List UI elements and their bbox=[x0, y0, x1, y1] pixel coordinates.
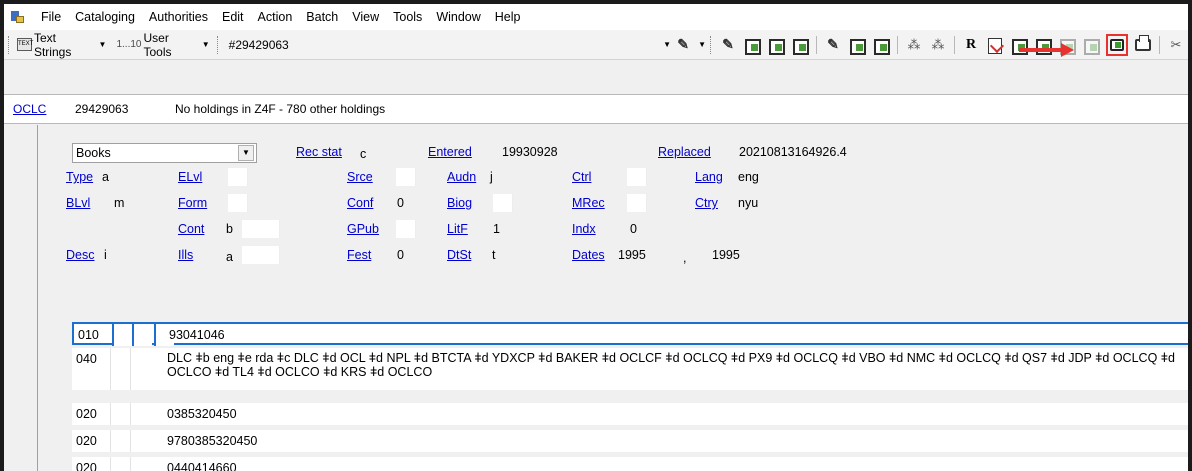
blvl-value[interactable]: m bbox=[114, 196, 124, 210]
conf-label[interactable]: Conf bbox=[347, 196, 373, 210]
desc-label[interactable]: Desc bbox=[66, 248, 94, 262]
field-row[interactable]: 040 DLC ǂb eng ǂe rda ǂc DLC ǂd OCL ǂd N… bbox=[72, 348, 1188, 390]
cont-value-3[interactable] bbox=[260, 220, 280, 238]
fest-value[interactable]: 0 bbox=[397, 248, 404, 262]
field-tag[interactable]: 020 bbox=[76, 461, 112, 471]
ills-value[interactable]: a bbox=[226, 250, 233, 264]
indicator-2[interactable] bbox=[130, 403, 150, 425]
indicator-2[interactable] bbox=[132, 324, 152, 346]
field-row[interactable]: 020 9780385320450 bbox=[72, 430, 1188, 452]
indicator-1[interactable] bbox=[110, 403, 130, 425]
field-content[interactable]: DLC ǂb eng ǂe rda ǂc DLC ǂd OCL ǂd NPL ǂ… bbox=[167, 351, 1182, 379]
field-content[interactable]: 0385320450 bbox=[167, 407, 1182, 421]
field-tag[interactable]: 010 bbox=[78, 328, 114, 342]
lang-value[interactable]: eng bbox=[738, 170, 759, 184]
field-row[interactable]: 020 0385320450 bbox=[72, 403, 1188, 425]
elvl-value[interactable] bbox=[228, 168, 248, 186]
elvl-label[interactable]: ELvl bbox=[178, 170, 202, 184]
rec-stat-label[interactable]: Rec stat bbox=[296, 145, 342, 159]
indx-value[interactable]: 0 bbox=[630, 222, 637, 236]
record-type-select[interactable]: Books ▼ bbox=[72, 143, 257, 163]
type-value[interactable]: a bbox=[102, 170, 109, 184]
ctry-label[interactable]: Ctry bbox=[695, 196, 718, 210]
ctrl-label[interactable]: Ctrl bbox=[572, 170, 591, 184]
chevron-down-icon[interactable]: ▼ bbox=[238, 145, 254, 161]
conf-value[interactable]: 0 bbox=[397, 196, 404, 210]
ctry-value[interactable]: nyu bbox=[738, 196, 758, 210]
biog-label[interactable]: Biog bbox=[447, 196, 472, 210]
indicator-2[interactable] bbox=[130, 430, 150, 452]
mrec-label[interactable]: MRec bbox=[572, 196, 605, 210]
cont-value-2[interactable] bbox=[242, 220, 262, 238]
lang-label[interactable]: Lang bbox=[695, 170, 723, 184]
dates-value-2[interactable]: 1995 bbox=[712, 248, 740, 262]
ctrl-value[interactable] bbox=[627, 168, 647, 186]
gpub-label[interactable]: GPub bbox=[347, 222, 379, 236]
field-tag[interactable]: 020 bbox=[76, 434, 112, 448]
dates-label[interactable]: Dates bbox=[572, 248, 605, 262]
litf-value[interactable]: 1 bbox=[493, 222, 500, 236]
audn-value[interactable]: j bbox=[490, 170, 493, 184]
mrec-value[interactable] bbox=[627, 194, 647, 212]
entered-value[interactable]: 19930928 bbox=[502, 145, 558, 159]
ills-label[interactable]: Ills bbox=[178, 248, 193, 262]
cont-label[interactable]: Cont bbox=[178, 222, 204, 236]
record-type-value: Books bbox=[76, 146, 111, 160]
ills-value-2[interactable] bbox=[242, 246, 262, 264]
type-label[interactable]: Type bbox=[66, 170, 93, 184]
ills-value-3[interactable] bbox=[260, 246, 280, 264]
srce-value[interactable] bbox=[396, 168, 416, 186]
field-content[interactable]: 9780385320450 bbox=[167, 434, 1182, 448]
field-row[interactable]: 010 93041046 bbox=[72, 322, 1188, 346]
indicator-1[interactable] bbox=[110, 348, 130, 390]
replaced-value[interactable]: 20210813164926.4 bbox=[739, 145, 847, 159]
fixed-field: Books ▼ Rec stat c Entered 19930928 Repl… bbox=[4, 4, 1188, 304]
indicator-2[interactable] bbox=[130, 457, 150, 471]
dtst-label[interactable]: DtSt bbox=[447, 248, 471, 262]
app-window: File Cataloging Authorities Edit Action … bbox=[0, 0, 1192, 471]
replaced-label[interactable]: Replaced bbox=[658, 145, 711, 159]
field-content[interactable]: 93041046 bbox=[169, 328, 1182, 342]
indicator-1[interactable] bbox=[112, 324, 132, 346]
field-row[interactable]: 020 0440414660 bbox=[72, 457, 1188, 471]
gpub-value[interactable] bbox=[396, 220, 416, 238]
field-tag[interactable]: 040 bbox=[76, 352, 112, 366]
form-label[interactable]: Form bbox=[178, 196, 207, 210]
litf-label[interactable]: LitF bbox=[447, 222, 468, 236]
form-value[interactable] bbox=[228, 194, 248, 212]
blvl-label[interactable]: BLvl bbox=[66, 196, 90, 210]
indx-label[interactable]: Indx bbox=[572, 222, 596, 236]
cont-value[interactable]: b bbox=[226, 222, 233, 236]
dtst-value[interactable]: t bbox=[492, 248, 495, 262]
audn-label[interactable]: Audn bbox=[447, 170, 476, 184]
desc-value[interactable]: i bbox=[104, 248, 107, 262]
indicator-1[interactable] bbox=[110, 457, 130, 471]
fest-label[interactable]: Fest bbox=[347, 248, 371, 262]
indicator-2[interactable] bbox=[130, 348, 150, 390]
entered-label[interactable]: Entered bbox=[428, 145, 472, 159]
biog-value[interactable] bbox=[493, 194, 513, 212]
field-tag[interactable]: 020 bbox=[76, 407, 112, 421]
dates-value-1[interactable]: 1995 bbox=[618, 248, 646, 262]
dates-separator: , bbox=[683, 251, 687, 265]
indicator-1[interactable] bbox=[110, 430, 130, 452]
field-content[interactable]: 0440414660 bbox=[167, 461, 1182, 471]
rec-stat-value[interactable]: c bbox=[360, 147, 366, 161]
srce-label[interactable]: Srce bbox=[347, 170, 373, 184]
